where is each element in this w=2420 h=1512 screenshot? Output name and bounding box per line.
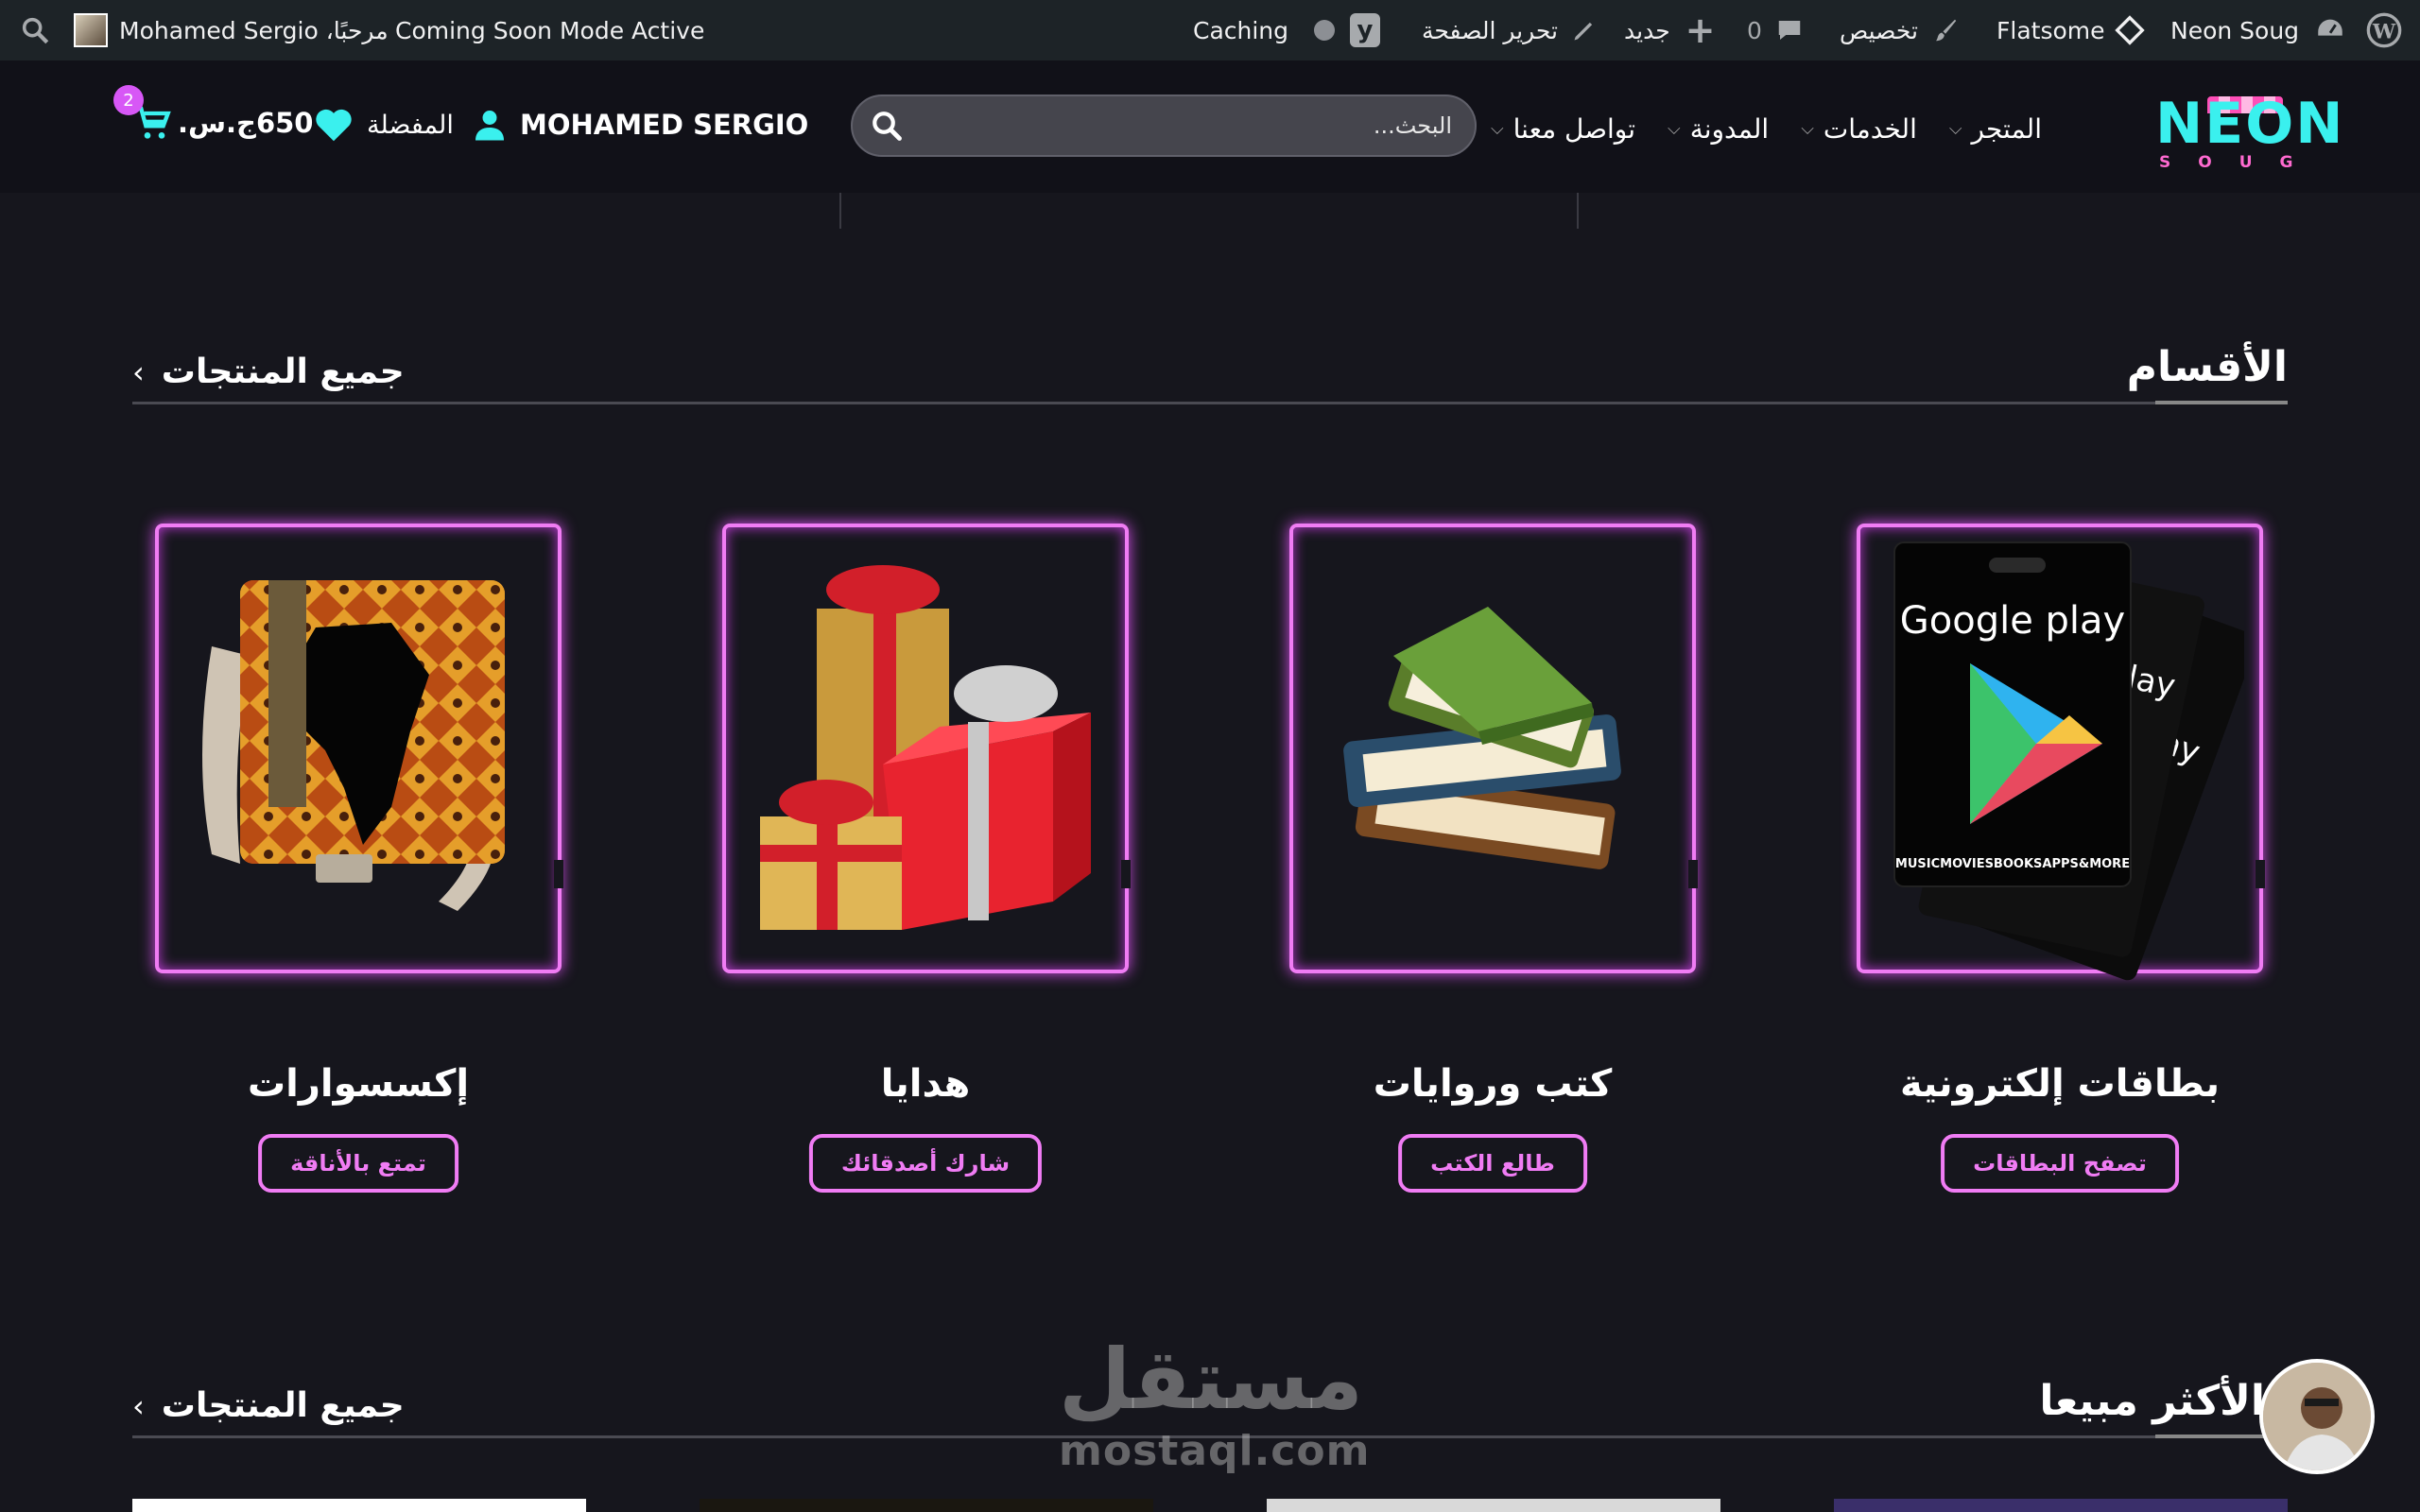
admin-avatar <box>74 13 108 47</box>
all-products-label: جميع المنتجات <box>161 352 405 391</box>
new-label: جديد <box>1624 16 1670 44</box>
all-products-link[interactable]: ‹ جميع المنتجات <box>132 352 405 391</box>
yoast-icon: y <box>1350 13 1380 47</box>
product-thumbnail[interactable] <box>700 1499 1153 1512</box>
chevron-down-icon: ⌵ <box>1668 118 1681 139</box>
caching-label: Caching <box>1193 16 1289 44</box>
google-play-cards-image: play play Google play MUSICMOVIESBOOKSAP… <box>1893 541 2244 981</box>
search-bar <box>851 94 1477 157</box>
coming-soon-label: Coming Soon Mode Active <box>395 16 705 44</box>
admin-search-icon[interactable] <box>19 0 51 60</box>
browse-books-button[interactable]: طالع الكتب <box>1398 1134 1587 1193</box>
section-title: الأقسام <box>2126 343 2288 391</box>
user-icon <box>475 111 504 141</box>
nav-label: تواصل معنا <box>1512 112 1636 145</box>
search-icon <box>873 112 902 141</box>
category-title: هدايا <box>880 1062 971 1106</box>
wordpress-logo-icon[interactable]: W <box>2365 0 2403 60</box>
edit-page-link[interactable]: تحرير الصفحة <box>1422 0 1598 60</box>
google-play-text: Google play <box>1900 599 2125 643</box>
nav-label: المدونة <box>1689 112 1770 145</box>
logo-sub-text: SOUG <box>2159 153 2321 172</box>
all-products-link[interactable]: ‹ جميع المنتجات <box>132 1386 405 1425</box>
flatsome-menu[interactable]: Flatsome <box>1996 0 2145 60</box>
card-subtext: MUSICMOVIESBOOKSAPPS&MORE <box>1895 857 2130 871</box>
categories-section-header: الأقسام ‹ جميع المنتجات <box>132 342 2288 404</box>
product-thumbnail[interactable] <box>132 1499 586 1512</box>
status-dot-icon <box>1314 20 1335 41</box>
bag-image <box>202 580 505 911</box>
wp-admin-bar: مرحبًا، Mohamed Sergio Coming Soon Mode … <box>0 0 2420 60</box>
dashboard-icon <box>2318 19 2342 36</box>
account-name: MOHAMED SERGIO <box>520 109 809 141</box>
pencil-icon <box>1574 22 1593 41</box>
nav-item-services[interactable]: الخدمات ⌵ <box>1801 110 1917 147</box>
flatsome-label: Flatsome <box>1996 16 2105 44</box>
account-link[interactable]: MOHAMED SERGIO <box>473 104 808 146</box>
nav-label: الخدمات <box>1823 112 1917 145</box>
svg-text:W: W <box>2372 20 2396 43</box>
books-stack-image <box>1343 607 1621 869</box>
chat-avatar[interactable] <box>2259 1359 2375 1474</box>
all-products-label: جميع المنتجات <box>161 1386 405 1425</box>
site-name-menu[interactable]: Neon Soug <box>2170 0 2346 60</box>
product-thumbnail[interactable] <box>1267 1499 1720 1512</box>
enjoy-elegance-button[interactable]: تمتع بالأناقة <box>258 1134 458 1193</box>
chevron-down-icon: ⌵ <box>1490 118 1504 139</box>
chevron-left-icon: ‹ <box>132 1387 145 1424</box>
chevron-left-icon: ‹ <box>132 353 145 390</box>
nav-label: المتجر <box>1971 112 2042 145</box>
title-underline <box>2155 401 2288 404</box>
site-logo[interactable]: NEON SOUG <box>2155 91 2342 172</box>
brush-icon <box>1935 19 1957 42</box>
watermark-english: mostaql.com <box>1059 1427 1371 1475</box>
person-avatar-image <box>2263 1363 2371 1470</box>
main-nav: المتجر ⌵ الخدمات ⌵ المدونة ⌵ تواصل معنا … <box>1491 110 2042 147</box>
search-button[interactable] <box>853 94 921 157</box>
greeting-text: مرحبًا، Mohamed Sergio <box>119 16 389 44</box>
category-title: بطاقات إلكترونية <box>1899 1062 2220 1106</box>
logo-main-text: NEON <box>2155 91 2345 157</box>
nav-item-store[interactable]: المتجر ⌵ <box>1949 110 2042 147</box>
comments-link[interactable]: 0 <box>1747 0 1804 60</box>
section-title: الأكثر مبيعا <box>2039 1377 2265 1425</box>
nav-item-contact[interactable]: تواصل معنا ⌵ <box>1491 110 1635 147</box>
flatsome-icon <box>2114 15 2145 45</box>
admin-greeting[interactable]: مرحبًا، Mohamed Sergio <box>74 0 389 60</box>
nav-item-blog[interactable]: المدونة ⌵ <box>1668 110 1769 147</box>
comments-count: 0 <box>1747 16 1762 44</box>
cart-total: 650ج.س. <box>178 107 314 139</box>
seo-status-icon[interactable]: y <box>1314 0 1380 60</box>
plus-icon: + <box>1685 9 1716 51</box>
search-input[interactable] <box>921 97 1475 154</box>
caching-menu[interactable]: Caching <box>1193 0 1288 60</box>
divider <box>839 193 841 229</box>
chevron-down-icon: ⌵ <box>1948 118 1962 139</box>
wishlist-label: المفضلة <box>367 110 454 140</box>
customize-link[interactable]: تخصيص <box>1840 0 1960 60</box>
coming-soon-notice[interactable]: Coming Soon Mode Active <box>395 0 704 60</box>
heart-icon <box>316 109 352 142</box>
category-title: إكسسوارات <box>247 1062 470 1106</box>
divider <box>1577 193 1579 229</box>
edit-page-label: تحرير الصفحة <box>1422 16 1559 44</box>
wishlist-link[interactable]: المفضلة <box>314 104 454 146</box>
comment-icon <box>1778 21 1801 40</box>
watermark-arabic: مستقل <box>1059 1331 1363 1428</box>
cart-count-badge: 2 <box>113 85 144 115</box>
chevron-down-icon: ⌵ <box>1801 118 1814 139</box>
cart-link[interactable]: 650ج.س. <box>132 102 314 144</box>
gift-boxes-image <box>760 565 1091 930</box>
category-title: كتب وروايات <box>1373 1062 1613 1106</box>
watermark: مستقل mostaql.com <box>1059 1331 1371 1476</box>
new-content-menu[interactable]: جديد + <box>1624 0 1716 60</box>
customize-label: تخصيص <box>1840 16 1918 44</box>
site-name-label: Neon Soug <box>2170 16 2300 44</box>
browse-cards-button[interactable]: تصفح البطاقات <box>1941 1134 2179 1193</box>
share-friends-button[interactable]: شارك أصدقائك <box>808 1134 1043 1193</box>
section-divider <box>132 402 2288 404</box>
product-thumbnail[interactable] <box>1834 1499 2288 1512</box>
